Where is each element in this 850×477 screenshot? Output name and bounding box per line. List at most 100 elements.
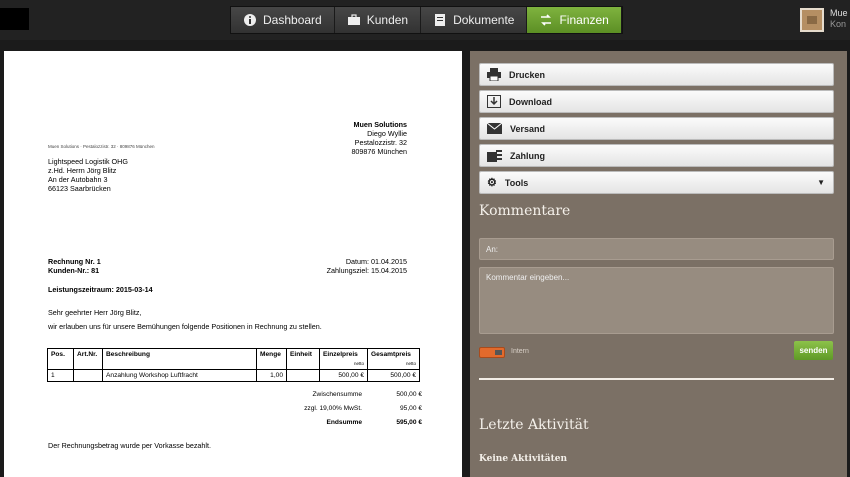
sender-city: 809876 München <box>351 147 407 156</box>
grand-total-label: Endsumme <box>326 418 362 426</box>
grand-total-row: Endsumme 595,00 € <box>262 415 422 429</box>
service-period: Leistungszeitraum: 2015-03-14 <box>48 285 153 294</box>
invoice-meta-left: Rechnung Nr. 1 Kunden-Nr.: 81 <box>48 257 101 275</box>
netto-label: netto <box>353 361 364 366</box>
greeting: Sehr geehrter Herr Jörg Blitz, wir erlau… <box>48 308 322 336</box>
cell-total: 500,00 € <box>367 369 420 382</box>
invoice-document: Muen Solutions · Pestalozzistr. 32 · 809… <box>4 51 462 477</box>
subtotal-value: 500,00 € <box>396 390 422 398</box>
invoice-meta-right: Datum: 01.04.2015 Zahlungsziel: 15.04.20… <box>327 257 407 275</box>
cell-qty: 1,00 <box>256 369 287 382</box>
money-icon <box>487 149 502 162</box>
col-desc: Beschreibung <box>102 348 257 370</box>
payment-due: Zahlungsziel: 15.04.2015 <box>326 266 407 275</box>
recipient-address: Lightspeed Logistik OHG z.Hd. Herrn Jörg… <box>48 157 128 193</box>
activity-title: Letzte Aktivität <box>479 417 589 433</box>
document-icon <box>435 14 446 26</box>
recipient-line: Lightspeed Logistik OHG <box>48 157 128 166</box>
dashboard-icon <box>244 14 256 26</box>
payment-button[interactable]: Zahlung <box>479 144 834 167</box>
nav-dokumente[interactable]: Dokumente <box>421 7 528 33</box>
top-bar: Dashboard Kunden Dokumente Finanzen Mue … <box>0 0 850 40</box>
user-subtitle: Kon <box>830 19 847 29</box>
nav-finanzen[interactable]: Finanzen <box>527 7 622 33</box>
transfer-icon <box>541 14 552 26</box>
download-icon <box>487 95 501 108</box>
col-art: Art.Nr. <box>73 348 103 370</box>
sender-address: Muen Solutions Diego Wyllie Pestalozzist… <box>351 120 407 156</box>
intern-label: Intern <box>511 348 529 355</box>
salutation: Sehr geehrter Herr Jörg Blitz, <box>48 308 142 317</box>
nav-dashboard-label: Dashboard <box>263 13 322 27</box>
payment-note: Der Rechnungsbetrag wurde per Vorkasse b… <box>48 441 212 450</box>
netto-label: netto <box>405 361 416 366</box>
gear-icon: ⚙ <box>487 177 497 189</box>
main-nav: Dashboard Kunden Dokumente Finanzen <box>230 6 623 34</box>
sender-line: Muen Solutions · Pestalozzistr. 32 · 809… <box>48 144 155 149</box>
invoice-date: Datum: 01.04.2015 <box>345 257 407 266</box>
comments-title: Kommentare <box>479 203 571 219</box>
invoice-number: Rechnung Nr. 1 <box>48 257 101 266</box>
activity-empty-text: Keine Aktivitäten <box>479 454 568 464</box>
recipient-line: An der Autobahn 3 <box>48 175 108 184</box>
printer-icon <box>487 68 501 81</box>
col-total-label: Gesamtpreis <box>371 351 411 358</box>
nav-kunden-label: Kunden <box>366 13 409 27</box>
download-label: Download <box>509 96 552 107</box>
envelope-icon <box>487 123 502 134</box>
col-unit: Einheit <box>286 348 320 370</box>
subtotal-label: Zwischensumme <box>312 390 362 398</box>
col-qty: Menge <box>256 348 287 370</box>
recipient-line: 66123 Saarbrücken <box>48 184 111 193</box>
tax-label: zzgl. 19,00% MwSt. <box>304 404 362 412</box>
cell-art <box>73 369 103 382</box>
avatar[interactable] <box>800 8 824 32</box>
nav-finanzen-label: Finanzen <box>559 13 609 27</box>
payment-label: Zahlung <box>510 150 545 161</box>
col-price-label: Einzelpreis <box>323 351 358 358</box>
send-label: Versand <box>510 123 546 134</box>
tax-value: 95,00 € <box>400 404 422 412</box>
tools-label: Tools <box>504 177 529 188</box>
cell-desc: Anzahlung Workshop Luftfracht <box>102 369 257 382</box>
nav-dokumente-label: Dokumente <box>453 13 515 27</box>
customer-number: Kunden-Nr.: 81 <box>48 266 100 275</box>
line-items-table: Pos. Art.Nr. Beschreibung Menge Einheit … <box>47 348 420 382</box>
sidebar: Drucken Download Versand Zahlung ⚙ Tools… <box>470 51 847 477</box>
grand-total-value: 595,00 € <box>396 418 422 426</box>
col-pos: Pos. <box>47 348 74 370</box>
cell-unit <box>286 369 320 382</box>
download-button[interactable]: Download <box>479 90 834 113</box>
table-row: 1 Anzahlung Workshop Luftfracht 1,00 500… <box>47 369 420 382</box>
sender-name: Diego Wyllie <box>367 129 407 138</box>
totals-block: Zwischensumme 500,00 € zzgl. 19,00% MwSt… <box>262 387 422 429</box>
col-price: Einzelpreis netto <box>319 348 368 370</box>
tools-dropdown[interactable]: ⚙ Tools ▼ <box>479 171 834 194</box>
sender-company: Muen Solutions <box>353 120 407 129</box>
send-by-mail-button[interactable]: Versand <box>479 117 834 140</box>
table-header-row: Pos. Art.Nr. Beschreibung Menge Einheit … <box>47 348 420 370</box>
cell-pos: 1 <box>47 369 74 382</box>
col-total: Gesamtpreis netto <box>367 348 420 370</box>
comment-input[interactable] <box>479 267 834 334</box>
sender-street: Pestalozzistr. 32 <box>354 138 407 147</box>
tax-row: zzgl. 19,00% MwSt. 95,00 € <box>262 401 422 415</box>
intro-text: wir erlauben uns für unsere Bemühungen f… <box>48 322 322 331</box>
print-button[interactable]: Drucken <box>479 63 834 86</box>
cell-price: 500,00 € <box>319 369 368 382</box>
briefcase-icon <box>347 14 360 25</box>
subtotal-row: Zwischensumme 500,00 € <box>262 387 422 401</box>
nav-kunden[interactable]: Kunden <box>334 7 422 33</box>
nav-dashboard[interactable]: Dashboard <box>231 7 335 33</box>
logo[interactable] <box>0 8 29 30</box>
caret-down-icon: ▼ <box>817 178 825 187</box>
comment-recipient-input[interactable] <box>479 238 834 260</box>
print-label: Drucken <box>509 69 546 80</box>
intern-toggle[interactable] <box>479 347 505 358</box>
user-info: Mue Kon <box>830 8 848 32</box>
recipient-line: z.Hd. Herrn Jörg Blitz <box>48 166 117 175</box>
user-name: Mue <box>830 8 848 18</box>
divider <box>479 378 834 380</box>
user-menu[interactable]: Mue Kon <box>800 8 848 32</box>
send-comment-button[interactable]: senden <box>794 341 833 360</box>
